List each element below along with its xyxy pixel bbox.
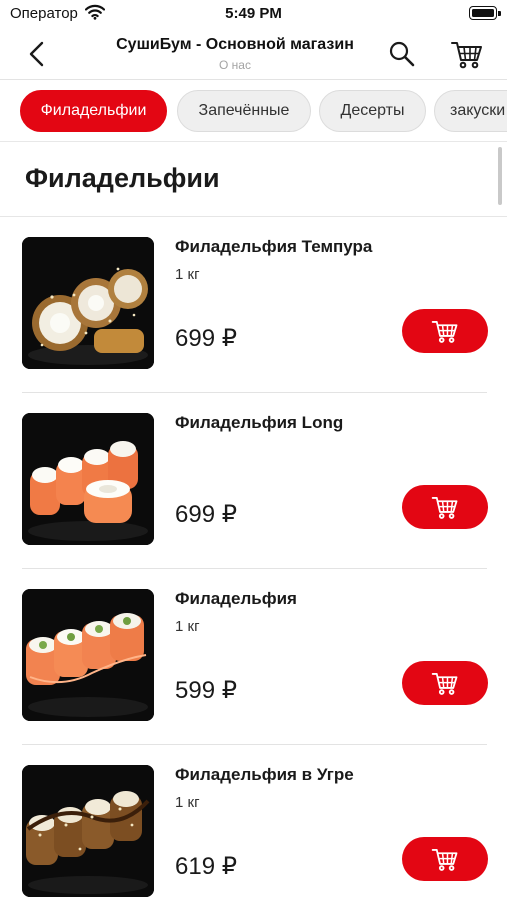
product-weight: 1 кг bbox=[175, 794, 200, 811]
product-photo bbox=[22, 237, 154, 369]
product-price: 699 ₽ bbox=[175, 325, 237, 352]
cart-icon bbox=[431, 497, 458, 519]
category-chip-desserts[interactable]: Десерты bbox=[319, 90, 426, 132]
product-row[interactable]: Филадельфия 1 кг 599 ₽ bbox=[0, 569, 507, 745]
product-row[interactable]: Филадельфия Темпура 1 кг 699 ₽ bbox=[0, 217, 507, 393]
product-price: 599 ₽ bbox=[175, 677, 237, 704]
status-time: 5:49 PM bbox=[225, 5, 282, 22]
add-to-cart-button[interactable] bbox=[402, 661, 488, 705]
search-icon bbox=[389, 41, 415, 67]
cart-icon bbox=[451, 42, 482, 69]
product-price: 699 ₽ bbox=[175, 501, 237, 528]
add-to-cart-button[interactable] bbox=[402, 485, 488, 529]
product-weight: 1 кг bbox=[175, 618, 200, 635]
navigation-bar: СушиБум - Основной магазин О нас bbox=[0, 28, 507, 80]
product-price: 619 ₽ bbox=[175, 853, 237, 880]
product-name: Филадельфия bbox=[175, 589, 297, 608]
product-row[interactable]: Филадельфия в Угре 1 кг 619 ₽ bbox=[0, 745, 507, 900]
chevron-left-icon bbox=[29, 41, 44, 67]
cart-button[interactable] bbox=[450, 37, 484, 71]
cart-icon bbox=[431, 321, 458, 343]
cart-icon bbox=[431, 849, 458, 871]
back-button[interactable] bbox=[22, 38, 54, 70]
product-row[interactable]: Филадельфия Long 699 ₽ bbox=[0, 393, 507, 569]
category-chip-baked[interactable]: Запечённые bbox=[177, 90, 311, 132]
add-to-cart-button[interactable] bbox=[402, 837, 488, 881]
scrollbar[interactable] bbox=[498, 147, 502, 205]
category-chip-snacks[interactable]: закуски bbox=[434, 90, 507, 132]
store-title: СушиБум - Основной магазин bbox=[116, 36, 354, 53]
product-photo bbox=[22, 765, 154, 897]
product-photo bbox=[22, 413, 154, 545]
cart-icon bbox=[431, 673, 458, 695]
section-title: Филадельфии bbox=[25, 163, 220, 193]
product-name: Филадельфия Темпура bbox=[175, 237, 373, 256]
product-name: Филадельфия Long bbox=[175, 413, 344, 432]
search-button[interactable] bbox=[386, 38, 418, 70]
product-photo bbox=[22, 589, 154, 721]
battery-icon bbox=[469, 6, 501, 20]
category-tabs: Филадельфии Запечённые Десерты закуски bbox=[0, 80, 507, 142]
add-to-cart-button[interactable] bbox=[402, 309, 488, 353]
product-name: Филадельфия в Угре bbox=[175, 765, 354, 784]
category-chip-philadelphia[interactable]: Филадельфии bbox=[20, 90, 167, 132]
product-weight: 1 кг bbox=[175, 266, 200, 283]
about-link[interactable]: О нас bbox=[90, 58, 380, 72]
status-bar: Оператор 5:49 PM bbox=[0, 0, 507, 28]
